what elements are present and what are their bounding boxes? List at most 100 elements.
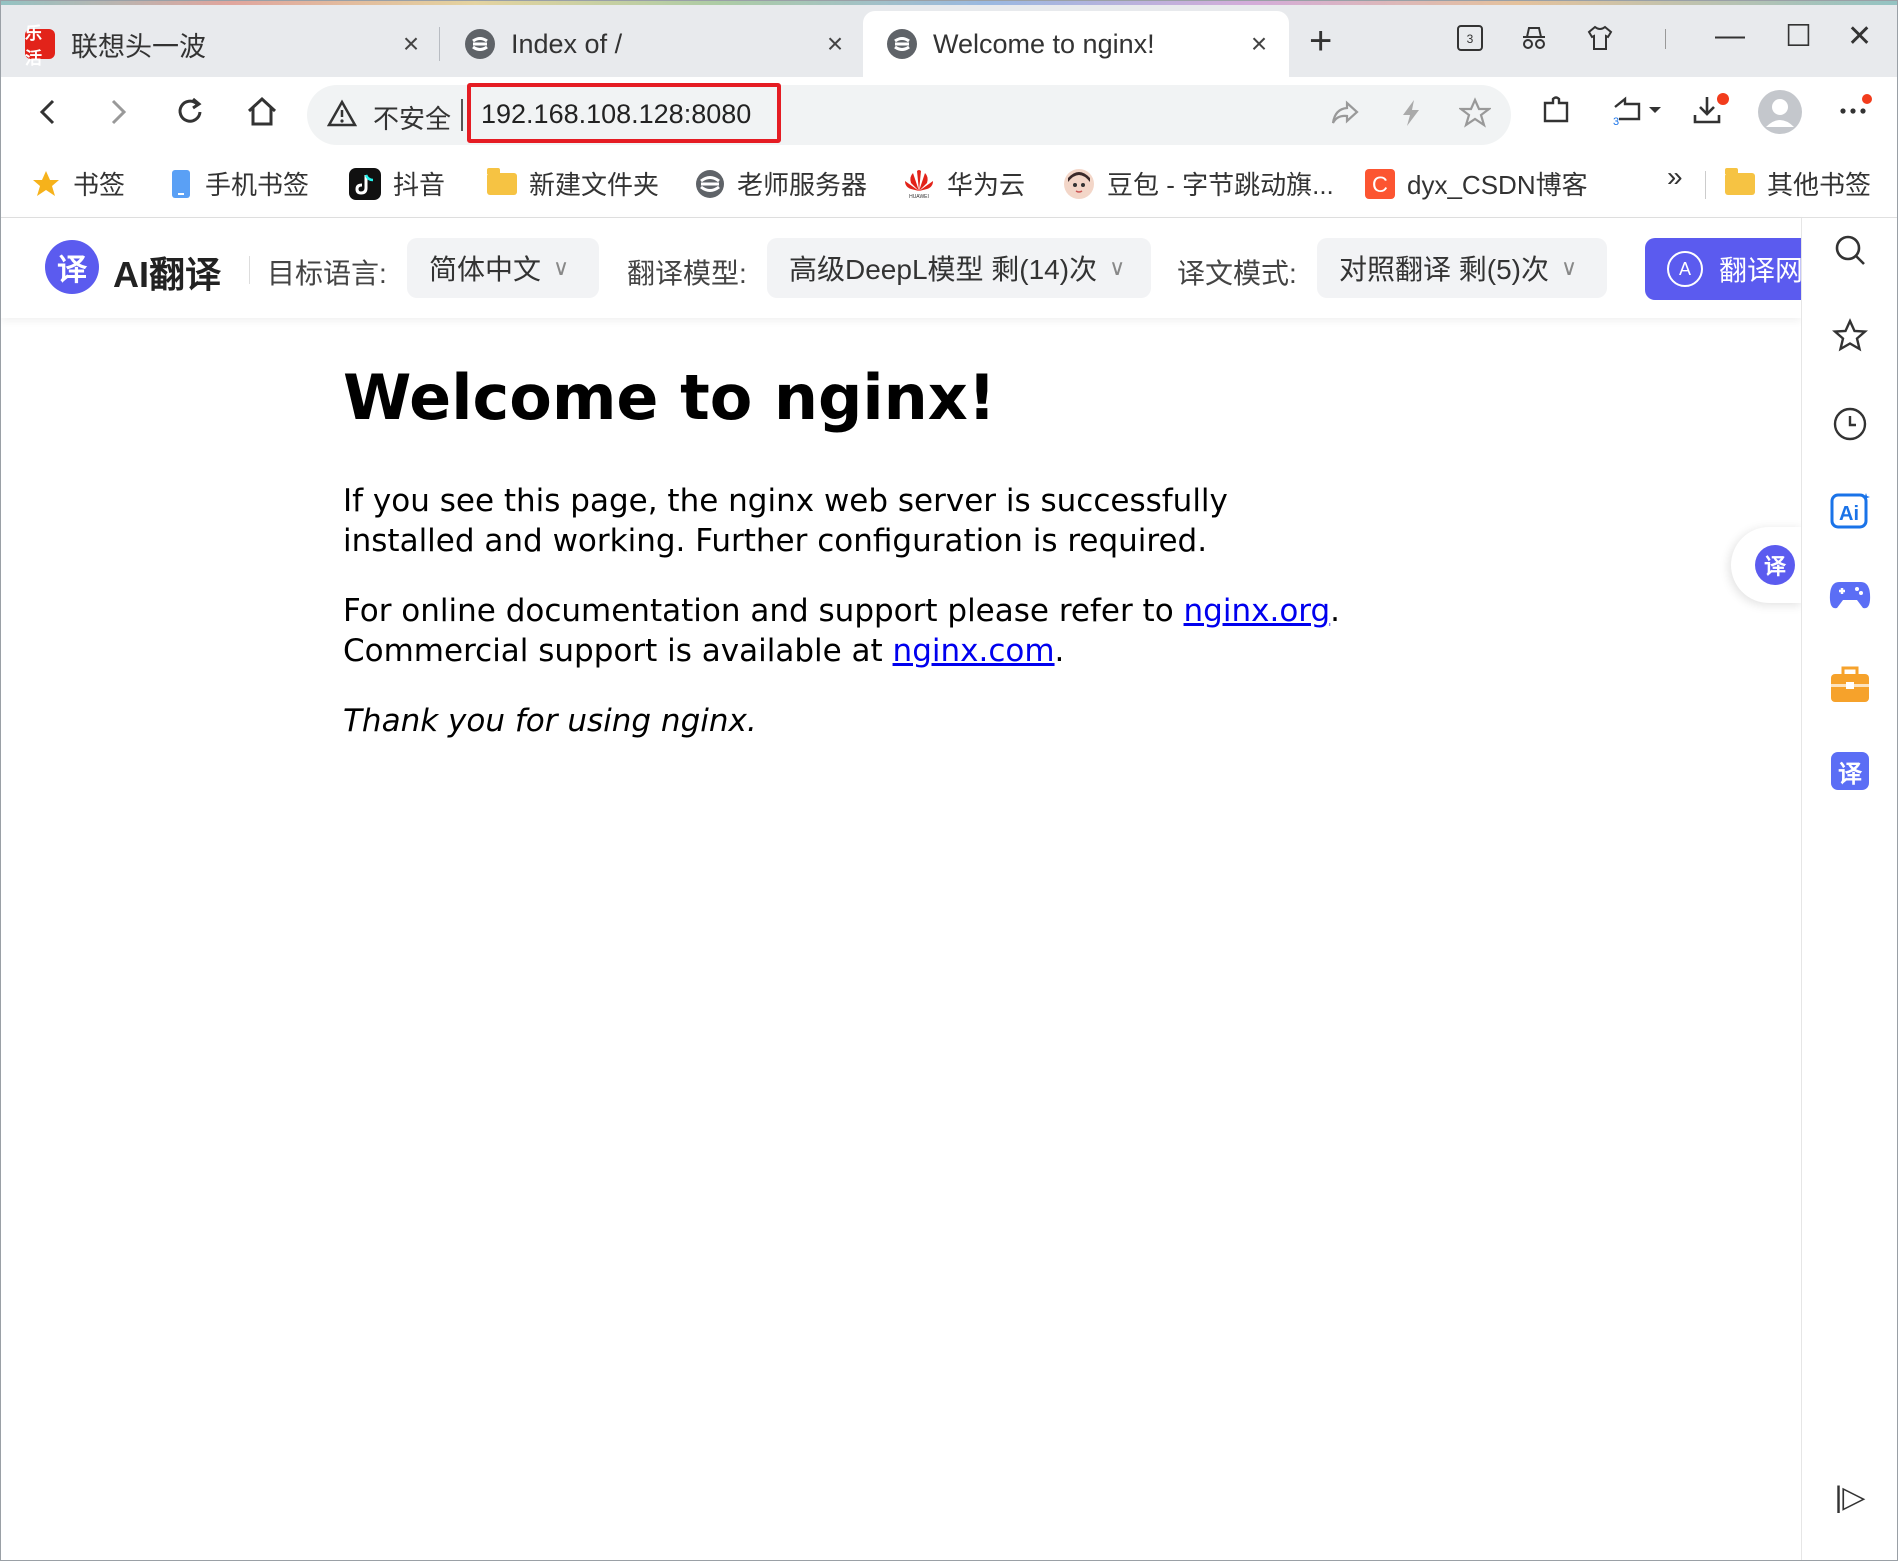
doubao-icon bbox=[1063, 168, 1095, 200]
theme-accent-line bbox=[1, 1, 1897, 5]
tab-title: Welcome to nginx! bbox=[933, 28, 1155, 59]
translate-tool-icon[interactable]: 译 bbox=[1802, 752, 1897, 790]
mode-select[interactable]: 对照翻译 剩(5)次 ∨ bbox=[1317, 238, 1607, 298]
browser-e-icon bbox=[465, 29, 495, 59]
tab-close-icon[interactable]: × bbox=[1243, 28, 1275, 60]
maximize-button[interactable]: ☐ bbox=[1785, 19, 1812, 54]
commercial-text: Commercial support is available at bbox=[343, 633, 893, 669]
bookmarks-divider bbox=[1705, 171, 1706, 199]
minimize-button[interactable]: — bbox=[1715, 19, 1745, 53]
nginx-org-link[interactable]: nginx.org bbox=[1184, 593, 1331, 629]
bookmark-label: 新建文件夹 bbox=[529, 170, 660, 200]
floating-translate-button[interactable]: 译 bbox=[1731, 527, 1803, 603]
bookmark-item[interactable]: 老师服务器 bbox=[695, 165, 867, 202]
thanks-paragraph: Thank you for using nginx. bbox=[343, 703, 757, 739]
huawei-icon: HUAWEI bbox=[903, 169, 935, 199]
url-highlight-annotation bbox=[467, 83, 781, 143]
incognito-icon[interactable] bbox=[1519, 23, 1549, 61]
tab-close-icon[interactable]: × bbox=[395, 28, 427, 60]
tab-separator bbox=[439, 27, 440, 61]
avatar[interactable] bbox=[1757, 89, 1803, 144]
share-icon[interactable] bbox=[1329, 97, 1361, 137]
translate-page-label: 翻译网 bbox=[1719, 255, 1804, 286]
browser-e-icon bbox=[695, 169, 725, 199]
history-clock-icon[interactable] bbox=[1802, 406, 1897, 442]
douyin-icon bbox=[349, 167, 381, 200]
skin-shirt-icon[interactable] bbox=[1585, 23, 1615, 61]
tab-welcome-nginx[interactable]: Welcome to nginx! × bbox=[863, 11, 1289, 77]
commercial-period: . bbox=[1054, 633, 1065, 669]
warning-icon[interactable] bbox=[326, 99, 358, 136]
chevron-down-icon: ∨ bbox=[1109, 255, 1126, 280]
bookmark-star-icon[interactable] bbox=[1457, 97, 1493, 137]
bookmark-item[interactable]: 新建文件夹 bbox=[487, 165, 659, 202]
target-language-select[interactable]: 简体中文 ∨ bbox=[407, 238, 599, 298]
star-icon bbox=[31, 169, 61, 199]
back-button[interactable] bbox=[31, 95, 65, 138]
bookmark-item[interactable]: 抖音 bbox=[349, 165, 445, 202]
target-language-value: 简体中文 bbox=[429, 254, 542, 285]
ai-translate-bar: 译 AI翻译 目标语言: 简体中文 ∨ 翻译模型: 高级DeepL模型 剩(14… bbox=[1, 218, 1805, 318]
tab-index-of[interactable]: Index of / × bbox=[441, 11, 865, 77]
svg-text:C: C bbox=[1372, 172, 1388, 197]
browser-e-icon bbox=[887, 29, 917, 59]
page-content: Welcome to nginx! If you see this page, … bbox=[343, 361, 1343, 739]
close-window-button[interactable]: ✕ bbox=[1847, 19, 1872, 54]
bookmark-item[interactable]: 豆包 - 字节跳动旗... bbox=[1063, 165, 1334, 202]
collapse-panel-icon[interactable]: |▷ bbox=[1802, 1480, 1897, 1515]
folder-icon bbox=[487, 167, 517, 195]
tab-title: Index of / bbox=[511, 28, 623, 59]
translate-icon: A bbox=[1667, 251, 1703, 287]
other-bookmarks[interactable]: 其他书签 bbox=[1725, 165, 1871, 202]
target-language-label: 目标语言: bbox=[267, 258, 387, 289]
download-icon[interactable] bbox=[1691, 93, 1731, 136]
bookmark-label: 老师服务器 bbox=[737, 170, 868, 200]
game-controller-icon[interactable] bbox=[1802, 578, 1897, 612]
mode-value: 对照翻译 剩(5)次 bbox=[1339, 254, 1550, 285]
reload-button[interactable] bbox=[173, 95, 207, 138]
search-icon[interactable] bbox=[1802, 232, 1897, 268]
svg-text:HUAWEI: HUAWEI bbox=[909, 194, 929, 199]
navigation-toolbar: 不安全 192.168.108.128:8080 3 bbox=[1, 77, 1897, 153]
lightning-icon[interactable] bbox=[1395, 97, 1427, 137]
bookmarks-bar: 书签 手机书签 抖音 新建文件夹 老师服务器 HUAWEI 华为云 豆包 - 字… bbox=[1, 153, 1897, 218]
bookmark-label: dyx_CSDN博客 bbox=[1407, 170, 1588, 200]
tab-count-icon[interactable]: 3 bbox=[1455, 23, 1485, 61]
extensions-icon[interactable] bbox=[1539, 93, 1573, 136]
home-button[interactable] bbox=[245, 95, 279, 138]
favorites-star-icon[interactable] bbox=[1802, 318, 1897, 354]
svg-text:3: 3 bbox=[1467, 32, 1474, 46]
bookmark-label: 手机书签 bbox=[205, 170, 310, 200]
translate-logo-icon: 译 bbox=[45, 240, 99, 294]
browser-window: 乐活 联想头一波 × Index of / × Welcome to nginx… bbox=[0, 0, 1898, 1561]
nginx-com-link[interactable]: nginx.com bbox=[893, 633, 1055, 669]
side-panel: Ai 译 |▷ bbox=[1801, 218, 1897, 1560]
new-tab-button[interactable]: + bbox=[1309, 19, 1332, 64]
bookmark-item[interactable]: 书签 bbox=[31, 165, 125, 202]
other-bookmarks-label: 其他书签 bbox=[1767, 170, 1872, 200]
security-status[interactable]: 不安全 bbox=[373, 99, 451, 136]
toolbox-icon[interactable] bbox=[1802, 664, 1897, 704]
translate-bar-divider bbox=[249, 256, 250, 284]
chevron-down-icon: ∨ bbox=[553, 255, 570, 280]
address-bar[interactable]: 不安全 192.168.108.128:8080 bbox=[307, 83, 1511, 145]
translate-bar-title: AI翻译 bbox=[113, 254, 222, 295]
history-undo-icon[interactable]: 3 bbox=[1609, 93, 1663, 136]
window-control-separator bbox=[1665, 29, 1666, 49]
bookmark-item[interactable]: C dyx_CSDN博客 bbox=[1365, 165, 1588, 202]
chevron-down-icon: ∨ bbox=[1561, 255, 1578, 280]
model-select[interactable]: 高级DeepL模型 剩(14)次 ∨ bbox=[767, 238, 1151, 298]
ai-assistant-icon[interactable]: Ai bbox=[1802, 490, 1897, 532]
menu-more-icon[interactable] bbox=[1835, 93, 1875, 136]
tab-close-icon[interactable]: × bbox=[819, 28, 851, 60]
bookmarks-overflow-button[interactable]: » bbox=[1667, 161, 1683, 193]
tab-lenovo[interactable]: 乐活 联想头一波 × bbox=[1, 11, 441, 77]
bookmark-item[interactable]: HUAWEI 华为云 bbox=[903, 165, 1025, 202]
forward-button[interactable] bbox=[101, 95, 135, 138]
bookmark-item[interactable]: 手机书签 bbox=[169, 165, 309, 202]
translate-page-button[interactable]: A 翻译网 bbox=[1645, 238, 1805, 300]
intro-paragraph: If you see this page, the nginx web serv… bbox=[343, 483, 1228, 559]
csdn-icon: C bbox=[1365, 168, 1395, 199]
folder-icon bbox=[1725, 167, 1755, 195]
docs-paragraph: For online documentation and support ple… bbox=[343, 591, 1340, 671]
